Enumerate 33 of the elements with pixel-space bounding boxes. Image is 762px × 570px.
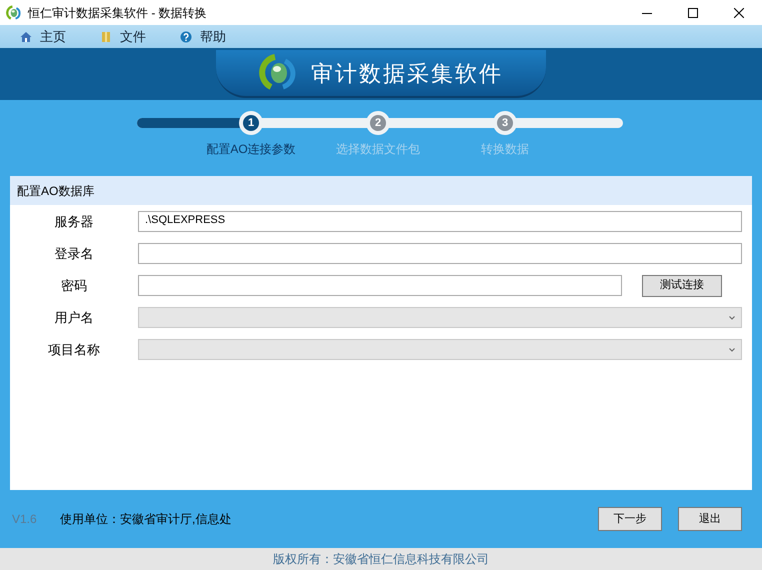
maximize-icon [688,8,698,18]
text-input[interactable] [138,243,742,264]
copyright-text: 版权所有：安徽省恒仁信息科技有限公司 [273,551,489,568]
app-logo-icon [6,4,22,20]
text-input[interactable] [138,275,622,296]
field-label: 密码 [60,276,88,295]
field-label: 服务器 [54,212,94,231]
menu-item[interactable]: 文件 [98,26,148,46]
field-label: 登录名 [54,244,94,263]
user-unit-text: 使用单位：安徽省审计厅,信息处 [60,511,232,528]
window-title: 恒仁审计数据采集软件 - 数据转换 [28,4,207,22]
exit-button[interactable]: 退出 [678,507,742,531]
help-icon [180,30,192,42]
step-label: 配置AO连接参数 [206,141,296,158]
step-label: 转换数据 [481,141,529,158]
version-label: V1.6 [12,511,38,528]
close-icon [734,8,744,18]
test-connection-button[interactable]: 测试连接 [642,274,722,296]
text-input[interactable]: .\SQLEXPRESS [138,211,742,232]
field-label: 用户名 [54,308,94,327]
panel-title: 配置AO数据库 [17,182,94,200]
chevron-icon [729,316,735,320]
step-marker: 3 [493,111,517,135]
step-marker: 2 [366,111,390,135]
field-label: 项目名称 [47,340,101,359]
next-button[interactable]: 下一步 [598,507,662,531]
step-label: 选择数据文件包 [336,141,420,158]
menu-item[interactable]: 帮助 [178,26,228,46]
banner-title: 审计数据采集软件 [311,60,503,88]
menu-item[interactable]: 主页 [18,26,68,46]
chevron-icon [729,348,735,352]
home-icon [20,30,32,42]
step-marker: 1 [239,111,263,135]
